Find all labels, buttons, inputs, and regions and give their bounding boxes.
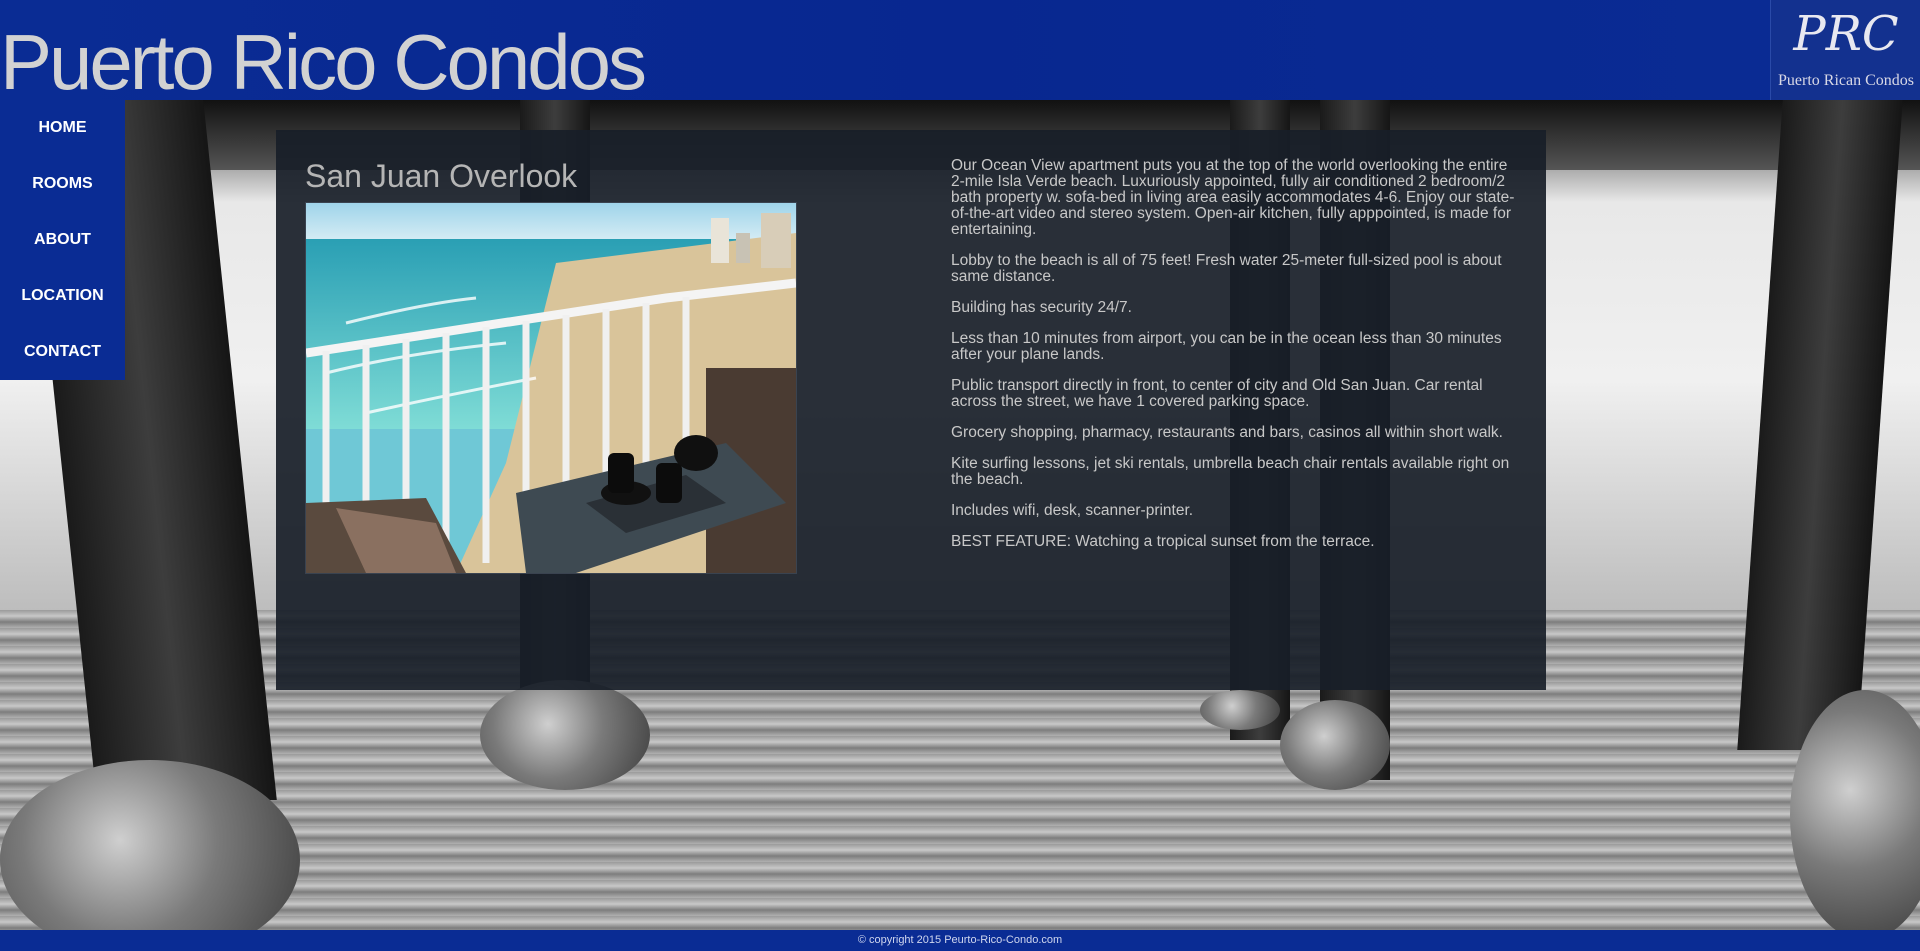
nav-item-location[interactable]: LOCATION [0, 268, 125, 324]
description-paragraph: Lobby to the beach is all of 75 feet! Fr… [951, 252, 1502, 285]
nav-item-rooms[interactable]: ROOMS [0, 156, 125, 212]
description-paragraph: Less than 10 minutes from airport, you c… [951, 330, 1502, 363]
nav-item-contact[interactable]: CONTACT [0, 324, 125, 380]
site-logo[interactable]: PRC Puerto Rican Condos [1770, 0, 1920, 100]
description-paragraph: Kite surfing lessons, jet ski rentals, u… [951, 455, 1510, 488]
background-coral-rock [1200, 690, 1280, 730]
main-nav: HOME ROOMS ABOUT LOCATION CONTACT [0, 100, 125, 380]
page-title: San Juan Overlook [305, 158, 578, 194]
content-panel: San Juan Overlook Our Ocean View apartme… [276, 130, 1546, 690]
description-paragraph: Our Ocean View apartment puts you at the… [951, 157, 1515, 238]
description-paragraph: BEST FEATURE: Watching a tropical sunset… [951, 533, 1375, 550]
logo-mark: PRC [1793, 6, 1899, 62]
site-footer: © copyright 2015 Peurto-Rico-Condo.com [0, 930, 1920, 951]
condo-description: Our Ocean View apartment puts you at the… [951, 158, 1521, 565]
logo-subtitle: Puerto Rican Condos [1778, 72, 1914, 89]
nav-item-about[interactable]: ABOUT [0, 212, 125, 268]
description-paragraph: Grocery shopping, pharmacy, restaurants … [951, 424, 1503, 441]
description-paragraph: Public transport directly in front, to c… [951, 377, 1483, 410]
condo-photo [305, 202, 797, 574]
copyright-text: © copyright 2015 Peurto-Rico-Condo.com [857, 934, 1063, 946]
background-coral-rock [480, 680, 650, 790]
description-paragraph: Includes wifi, desk, scanner-printer. [951, 502, 1194, 519]
background-coral-rock [0, 760, 300, 951]
background-coral-rock [1280, 700, 1390, 790]
site-title[interactable]: Puerto Rico Condos [0, 22, 647, 102]
description-paragraph: Building has security 24/7. [951, 299, 1132, 316]
nav-item-home[interactable]: HOME [0, 100, 125, 156]
site-header: Puerto Rico Condos PRC Puerto Rican Cond… [0, 0, 1920, 102]
